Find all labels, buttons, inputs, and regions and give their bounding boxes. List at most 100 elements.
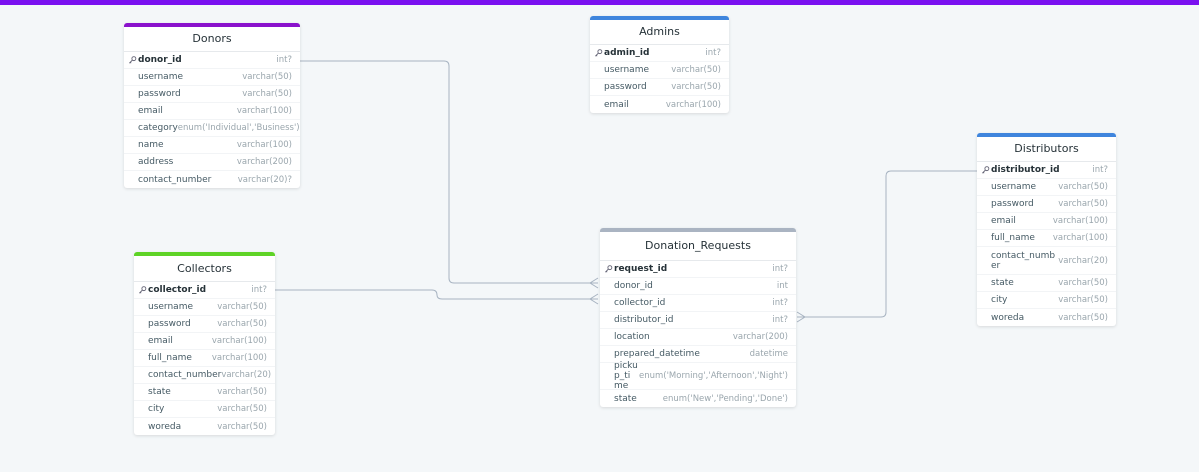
field-row[interactable]: location varchar(200) [600, 329, 796, 346]
field-name: distributor_id [991, 165, 1060, 175]
field-type: varchar(50) [1058, 199, 1108, 209]
field-row[interactable]: contact_number varchar(20) [134, 367, 275, 384]
field-name: address [138, 157, 174, 167]
field-name: username [604, 65, 649, 75]
field-name: contact_number [148, 370, 222, 380]
field-row[interactable]: password varchar(50) [977, 196, 1116, 213]
field-row[interactable]: request_id int? [600, 261, 796, 278]
field-type: int? [705, 48, 721, 58]
field-type: varchar(50) [217, 404, 267, 414]
table-donors[interactable]: Donors donor_id int? username varchar(50… [124, 23, 300, 188]
field-type: varchar(100) [665, 99, 721, 110]
field-row[interactable]: email varchar(100) [977, 213, 1116, 230]
connector-collectors-requests [275, 289, 598, 300]
field-type: varchar(100) [236, 140, 292, 150]
table-admins[interactable]: Admins admin_id int? username varchar(50… [590, 16, 729, 113]
table-title: Admins [590, 20, 729, 45]
field-row[interactable]: username varchar(50) [134, 299, 275, 316]
field-row[interactable]: state enum('New','Pending','Done') [600, 390, 796, 407]
field-name: category [138, 123, 178, 133]
field-row[interactable]: address varchar(200) [124, 154, 300, 171]
field-name: email [604, 99, 629, 110]
table-collectors[interactable]: Collectors collector_id int? username va… [134, 252, 275, 435]
field-row[interactable]: state varchar(50) [977, 275, 1116, 292]
key-icon [129, 56, 137, 64]
field-type: varchar(50) [242, 89, 292, 99]
field-type: varchar(50) [217, 302, 267, 312]
field-name: city [991, 295, 1008, 305]
field-name: password [604, 82, 647, 92]
field-name: request_id [614, 264, 668, 274]
field-row[interactable]: email varchar(100) [124, 103, 300, 120]
field-row[interactable]: full_name varchar(100) [977, 230, 1116, 247]
field-row[interactable]: city varchar(50) [977, 292, 1116, 309]
table-distributors[interactable]: Distributors distributor_id int? usernam… [977, 133, 1116, 326]
field-type: varchar(20)? [237, 174, 292, 185]
field-type: varchar(100) [211, 336, 267, 346]
table-title: Collectors [134, 256, 275, 282]
field-name: collector_id [148, 285, 207, 295]
field-row[interactable]: city varchar(50) [134, 401, 275, 418]
field-row[interactable]: donor_id int [600, 278, 796, 295]
connector-donors-requests [300, 60, 598, 284]
field-type: varchar(50) [671, 65, 721, 75]
field-name: password [148, 319, 191, 329]
field-type: varchar(200) [236, 157, 292, 167]
field-row[interactable]: donor_id int? [124, 52, 300, 69]
field-name: state [614, 393, 637, 404]
table-title: Donation_Requests [600, 232, 796, 261]
field-row[interactable]: collector_id int? [134, 282, 275, 299]
field-row[interactable]: password varchar(50) [134, 316, 275, 333]
field-row[interactable]: username varchar(50) [590, 62, 729, 79]
field-type: enum('New','Pending','Done') [662, 393, 788, 404]
field-type: varchar(50) [1058, 182, 1108, 192]
field-row[interactable]: admin_id int? [590, 45, 729, 62]
field-name: state [148, 387, 171, 397]
field-row[interactable]: contact_number varchar(20)? [124, 171, 300, 188]
field-row[interactable]: distributor_id int? [600, 312, 796, 329]
field-type: datetime [749, 349, 788, 359]
field-name: collector_id [614, 298, 666, 308]
field-name: pickup_time [614, 361, 638, 391]
field-type: varchar(50) [217, 319, 267, 329]
field-name: email [148, 336, 173, 346]
field-row[interactable]: email varchar(100) [134, 333, 275, 350]
table-donation-requests[interactable]: Donation_Requests request_id int? donor_… [600, 228, 796, 407]
field-name: email [138, 106, 163, 116]
field-name: city [148, 404, 165, 414]
field-name: distributor_id [614, 315, 674, 325]
key-icon [139, 286, 147, 294]
field-name: donor_id [138, 55, 182, 65]
field-row[interactable]: distributor_id int? [977, 162, 1116, 179]
field-row[interactable]: pickup_time enum('Morning','Afternoon','… [600, 361, 796, 391]
field-name: username [138, 72, 183, 82]
connector-distributors-requests [797, 170, 977, 318]
field-name: username [148, 302, 193, 312]
field-type: varchar(50) [1058, 312, 1108, 323]
field-type: int? [1092, 165, 1108, 175]
field-row[interactable]: username varchar(50) [124, 69, 300, 86]
field-type: int? [251, 285, 267, 295]
field-type: varchar(100) [236, 106, 292, 116]
field-row[interactable]: category enum('Individual','Business') [124, 120, 300, 137]
field-type: varchar(50) [217, 387, 267, 397]
field-row[interactable]: email varchar(100) [590, 96, 729, 113]
field-row[interactable]: password varchar(50) [124, 86, 300, 103]
field-row[interactable]: state varchar(50) [134, 384, 275, 401]
field-row[interactable]: password varchar(50) [590, 79, 729, 96]
field-type: varchar(100) [211, 353, 267, 363]
field-row[interactable]: username varchar(50) [977, 179, 1116, 196]
field-type: varchar(200) [732, 332, 788, 342]
field-type: enum('Morning','Afternoon','Night') [638, 371, 788, 381]
field-row[interactable]: woreda varchar(50) [134, 418, 275, 435]
field-row[interactable]: name varchar(100) [124, 137, 300, 154]
field-type: varchar(100) [1052, 233, 1108, 243]
field-name: admin_id [604, 48, 650, 58]
field-row[interactable]: collector_id int? [600, 295, 796, 312]
field-row[interactable]: woreda varchar(50) [977, 309, 1116, 326]
field-type: varchar(20) [221, 370, 272, 380]
field-row[interactable]: contact_number varchar(20) [977, 247, 1116, 275]
field-type: int? [276, 55, 292, 65]
field-row[interactable]: full_name varchar(100) [134, 350, 275, 367]
field-type: enum('Individual','Business') [177, 123, 300, 133]
